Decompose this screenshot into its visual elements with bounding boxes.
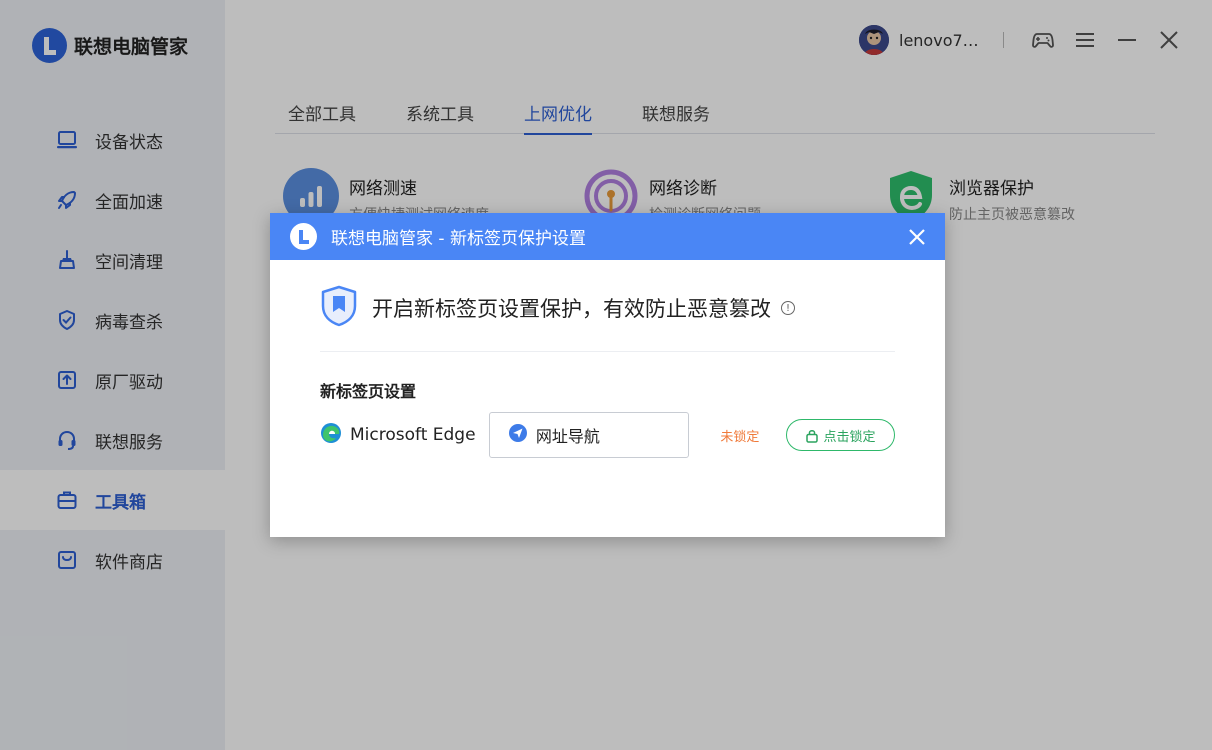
dialog-header: 联想电脑管家 - 新标签页保护设置	[270, 213, 945, 260]
lock-button[interactable]: 点击锁定	[785, 419, 895, 451]
lock-status: 未锁定	[720, 429, 760, 445]
section-title: 新标签页设置	[320, 382, 417, 401]
new-tab-page-select[interactable]: 网址导航	[488, 412, 690, 458]
lock-icon	[806, 429, 819, 443]
protection-banner: 开启新标签页设置保护，有效防止恶意篡改 !	[320, 285, 795, 331]
shield-bookmark-icon	[320, 285, 358, 331]
lock-button-label: 点击锁定	[823, 429, 876, 445]
divider	[320, 351, 895, 352]
dialog-close-button[interactable]	[904, 224, 929, 249]
banner-text: 开启新标签页设置保护，有效防止恶意篡改	[372, 297, 771, 321]
browser-name: Microsoft Edge	[350, 425, 476, 445]
select-value: 网址导航	[535, 427, 600, 446]
edge-icon	[320, 422, 342, 448]
dialog-title: 联想电脑管家 - 新标签页保护设置	[331, 229, 586, 249]
browser-setting-row: Microsoft Edge 网址导航 未锁定 点击锁定	[320, 412, 895, 458]
navigation-icon	[508, 423, 528, 447]
close-icon	[908, 228, 925, 245]
new-tab-protection-dialog: 联想电脑管家 - 新标签页保护设置 开启新标签页设置保护，有效防止恶意篡改 ! …	[270, 213, 945, 537]
info-icon[interactable]: !	[781, 301, 795, 315]
lenovo-logo-icon	[290, 223, 317, 250]
